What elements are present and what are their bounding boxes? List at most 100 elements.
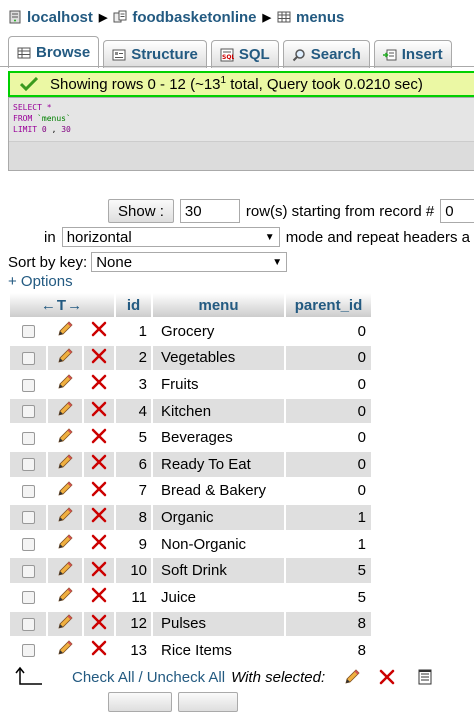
cell-menu[interactable]: Bread & Bakery (153, 478, 284, 504)
delete-icon[interactable] (91, 374, 107, 390)
row-checkbox[interactable] (21, 644, 35, 658)
column-header-parent-id[interactable]: parent_id (286, 293, 371, 317)
cell-parent-id[interactable]: 0 (286, 398, 371, 424)
cell-parent-id[interactable]: 1 (286, 505, 371, 530)
cell-parent-id[interactable]: 8 (286, 611, 371, 637)
cell-parent-id[interactable]: 0 (286, 451, 371, 477)
show-button[interactable]: Show : (108, 199, 174, 223)
delete-icon[interactable] (91, 428, 107, 444)
pencil-icon[interactable] (56, 586, 74, 604)
cell-id[interactable]: 9 (116, 531, 151, 557)
delete-icon[interactable] (91, 534, 107, 550)
delete-icon[interactable] (91, 454, 107, 470)
pencil-icon[interactable] (56, 427, 74, 445)
bulk-delete-icon[interactable] (379, 669, 395, 685)
cell-menu[interactable]: Organic (153, 505, 284, 530)
cell-parent-id[interactable]: 0 (286, 345, 371, 371)
breadcrumb-table[interactable]: menus (277, 9, 344, 26)
row-checkbox[interactable] (21, 511, 35, 525)
cell-id[interactable]: 13 (116, 638, 151, 663)
cell-menu[interactable]: Kitchen (153, 398, 284, 424)
row-checkbox[interactable] (21, 591, 35, 605)
delete-icon[interactable] (91, 614, 107, 630)
cell-id[interactable]: 3 (116, 372, 151, 397)
cell-id[interactable]: 12 (116, 611, 151, 637)
pencil-icon[interactable] (56, 480, 74, 498)
display-mode-select[interactable]: horizontal ▼ (61, 227, 280, 247)
row-checkbox[interactable] (21, 564, 35, 578)
row-checkbox[interactable] (21, 325, 35, 339)
bottom-rows-input[interactable] (178, 692, 238, 712)
cell-menu[interactable]: Beverages (153, 425, 284, 450)
start-record-input[interactable]: 0 (440, 199, 474, 223)
row-checkbox[interactable] (21, 431, 35, 445)
delete-icon[interactable] (91, 481, 107, 497)
cell-parent-id[interactable]: 5 (286, 558, 371, 583)
pencil-icon[interactable] (56, 347, 74, 365)
cell-menu[interactable]: Grocery (153, 319, 284, 344)
row-checkbox[interactable] (21, 378, 35, 392)
cell-parent-id[interactable]: 0 (286, 372, 371, 397)
breadcrumb-database[interactable]: foodbasketonline (113, 9, 257, 26)
column-header-menu[interactable]: menu (153, 293, 284, 317)
cell-id[interactable]: 6 (116, 451, 151, 477)
cell-menu[interactable]: Non-Organic (153, 531, 284, 557)
tab-search[interactable]: Search (282, 40, 370, 68)
cell-parent-id[interactable]: 0 (286, 478, 371, 504)
cell-menu[interactable]: Vegetables (153, 345, 284, 371)
column-header-id[interactable]: id (116, 293, 151, 317)
row-checkbox[interactable] (21, 484, 35, 498)
tab-insert[interactable]: Insert (373, 40, 452, 68)
delete-icon[interactable] (91, 401, 107, 417)
cell-id[interactable]: 10 (116, 558, 151, 583)
uncheck-all-link[interactable]: Uncheck All (147, 669, 225, 686)
pencil-icon[interactable] (56, 320, 74, 338)
delete-icon[interactable] (91, 507, 107, 523)
pencil-icon[interactable] (56, 373, 74, 391)
delete-icon[interactable] (91, 321, 107, 337)
cell-menu[interactable]: Fruits (153, 372, 284, 397)
pencil-icon[interactable] (56, 639, 74, 657)
tab-structure[interactable]: Structure (103, 40, 207, 68)
row-checkbox[interactable] (21, 617, 35, 631)
bulk-edit-pencil-icon[interactable] (343, 668, 361, 686)
column-resize-arrows[interactable]: ←T→ (10, 293, 114, 317)
cell-menu[interactable]: Rice Items (153, 638, 284, 663)
check-all-link[interactable]: Check All (72, 669, 135, 686)
cell-parent-id[interactable]: 1 (286, 531, 371, 557)
delete-icon[interactable] (91, 561, 107, 577)
sort-key-select[interactable]: None ▼ (91, 252, 288, 272)
row-checkbox[interactable] (21, 405, 35, 419)
cell-menu[interactable]: Soft Drink (153, 558, 284, 583)
cell-parent-id[interactable]: 5 (286, 584, 371, 610)
cell-id[interactable]: 11 (116, 584, 151, 610)
cell-menu[interactable]: Juice (153, 584, 284, 610)
cell-parent-id[interactable]: 8 (286, 638, 371, 663)
cell-id[interactable]: 1 (116, 319, 151, 344)
cell-id[interactable]: 7 (116, 478, 151, 504)
pencil-icon[interactable] (56, 506, 74, 524)
cell-id[interactable]: 8 (116, 505, 151, 530)
pencil-icon[interactable] (56, 533, 74, 551)
row-checkbox[interactable] (21, 351, 35, 365)
delete-icon[interactable] (91, 640, 107, 656)
bottom-show-button[interactable] (108, 692, 172, 712)
options-link[interactable]: + Options (8, 273, 73, 290)
cell-id[interactable]: 5 (116, 425, 151, 450)
cell-parent-id[interactable]: 0 (286, 425, 371, 450)
cell-id[interactable]: 2 (116, 345, 151, 371)
tab-sql[interactable]: SQL SQL (210, 40, 279, 68)
breadcrumb-server[interactable]: localhost (8, 9, 93, 26)
rows-count-input[interactable]: 30 (179, 199, 240, 223)
pencil-icon[interactable] (56, 613, 74, 631)
tab-browse[interactable]: Browse (8, 36, 100, 68)
cell-id[interactable]: 4 (116, 398, 151, 424)
delete-icon[interactable] (91, 348, 107, 364)
cell-parent-id[interactable]: 0 (286, 319, 371, 344)
row-checkbox[interactable] (21, 538, 35, 552)
delete-icon[interactable] (91, 587, 107, 603)
row-checkbox[interactable] (21, 458, 35, 472)
pencil-icon[interactable] (56, 560, 74, 578)
pencil-icon[interactable] (56, 400, 74, 418)
bulk-export-icon[interactable] (417, 668, 433, 686)
